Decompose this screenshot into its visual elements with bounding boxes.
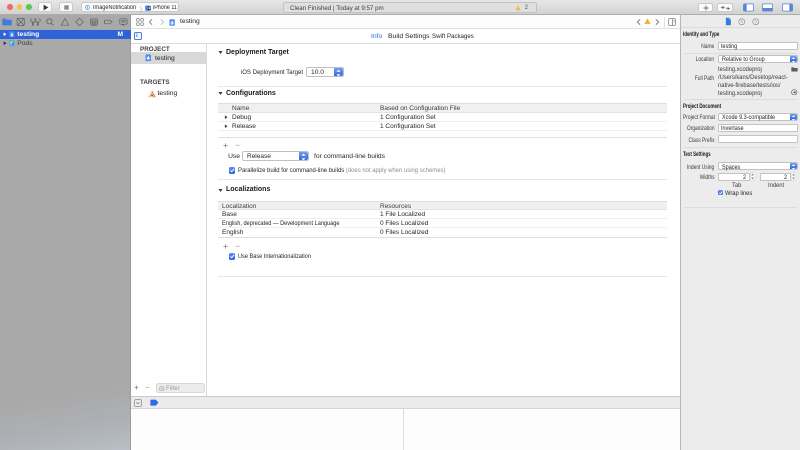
- svg-text:?: ?: [754, 19, 757, 24]
